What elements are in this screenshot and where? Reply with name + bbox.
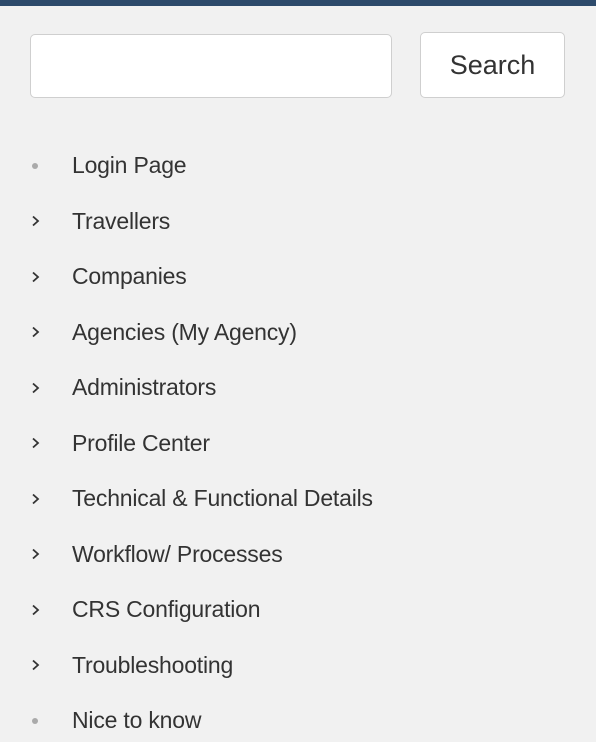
bullet-icon xyxy=(32,162,38,169)
sidebar-item-label: Technical & Functional Details xyxy=(72,485,373,512)
sidebar-nav: Login Page Travellers Companies Agencies… xyxy=(0,138,596,749)
chevron-right-icon[interactable] xyxy=(31,604,40,616)
sidebar-item-login-page[interactable]: Login Page xyxy=(0,138,596,194)
sidebar-item-technical-functional-details[interactable]: Technical & Functional Details xyxy=(0,471,596,527)
search-button[interactable]: Search xyxy=(420,32,565,98)
sidebar-item-agencies[interactable]: Agencies (My Agency) xyxy=(0,305,596,361)
sidebar-item-label: Nice to know xyxy=(72,707,202,734)
sidebar-item-label: Companies xyxy=(72,263,187,290)
sidebar-item-workflow-processes[interactable]: Workflow/ Processes xyxy=(0,527,596,583)
bullet-icon xyxy=(32,717,38,724)
sidebar-item-label: Workflow/ Processes xyxy=(72,540,283,567)
chevron-right-icon[interactable] xyxy=(31,215,40,227)
sidebar-item-profile-center[interactable]: Profile Center xyxy=(0,416,596,472)
chevron-right-icon[interactable] xyxy=(31,326,40,338)
sidebar-item-label: Troubleshooting xyxy=(72,651,234,678)
chevron-right-icon[interactable] xyxy=(31,271,40,283)
sidebar-item-administrators[interactable]: Administrators xyxy=(0,360,596,416)
sidebar-item-nice-to-know[interactable]: Nice to know xyxy=(0,693,596,749)
sidebar-item-label: Administrators xyxy=(72,374,217,401)
sidebar-item-travellers[interactable]: Travellers xyxy=(0,194,596,250)
chevron-right-icon[interactable] xyxy=(31,548,40,560)
sidebar-item-companies[interactable]: Companies xyxy=(0,249,596,305)
sidebar-panel: Search Login Page Travellers Companies A… xyxy=(0,0,596,742)
sidebar-item-label: Login Page xyxy=(72,152,187,179)
chevron-right-icon[interactable] xyxy=(31,659,40,671)
search-bar: Search xyxy=(30,32,566,98)
chevron-right-icon[interactable] xyxy=(31,382,40,394)
sidebar-item-label: Travellers xyxy=(72,207,171,234)
sidebar-item-label: CRS Configuration xyxy=(72,596,261,623)
sidebar-item-label: Profile Center xyxy=(72,429,210,456)
sidebar-item-crs-configuration[interactable]: CRS Configuration xyxy=(0,582,596,638)
search-input[interactable] xyxy=(30,34,392,98)
sidebar-item-label: Agencies (My Agency) xyxy=(72,318,297,345)
chevron-right-icon[interactable] xyxy=(31,493,40,505)
sidebar-item-troubleshooting[interactable]: Troubleshooting xyxy=(0,638,596,694)
chevron-right-icon[interactable] xyxy=(31,437,40,449)
